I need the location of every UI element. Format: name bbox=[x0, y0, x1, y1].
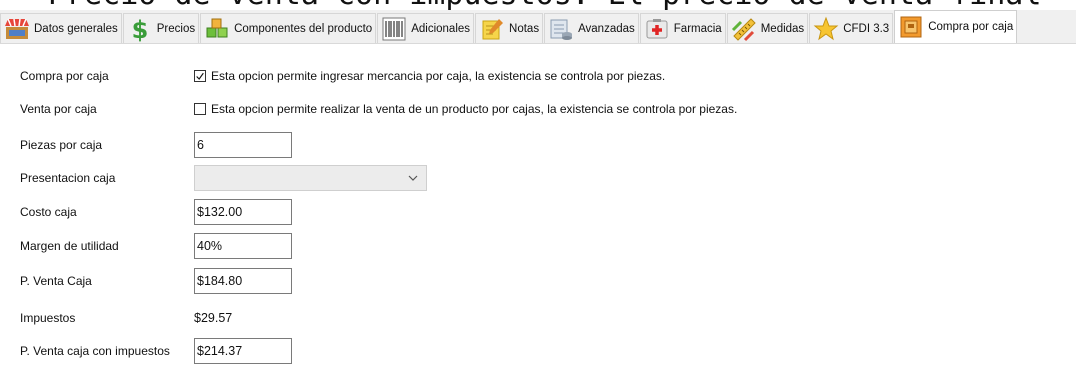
tab-medidas[interactable]: Medidas bbox=[726, 13, 809, 43]
database-icon bbox=[548, 16, 574, 42]
piezas-por-caja-field[interactable]: 6 bbox=[194, 132, 292, 158]
piezas-por-caja-label: Piezas por caja bbox=[20, 138, 103, 152]
row-costo-caja: Costo caja $132.00 bbox=[20, 199, 292, 225]
tab-label: Compra por caja bbox=[928, 21, 1014, 33]
p-venta-caja-label: P. Venta Caja bbox=[20, 274, 92, 288]
tab-label: Precios bbox=[156, 22, 196, 35]
tab-notas[interactable]: Notas bbox=[475, 13, 544, 43]
tab-label: Avanzadas bbox=[578, 22, 635, 35]
notepad-icon bbox=[479, 16, 505, 42]
tab-farmacia[interactable]: Farmacia bbox=[639, 13, 726, 43]
compra-por-caja-checkbox[interactable] bbox=[194, 70, 206, 82]
ruler-icon bbox=[731, 16, 757, 42]
tab-label: CFDI 3.3 bbox=[843, 22, 890, 35]
row-venta-por-caja: Venta por caja Esta opcion permite reali… bbox=[20, 96, 737, 122]
tab-label: Notas bbox=[509, 22, 540, 35]
impuestos-label: Impuestos bbox=[20, 311, 76, 325]
tab-label: Medidas bbox=[760, 22, 805, 35]
tab-precios[interactable]: $ Precios bbox=[122, 13, 200, 43]
tab-componentes[interactable]: Componentes del producto bbox=[200, 13, 377, 43]
first-aid-icon bbox=[644, 16, 670, 42]
tab-compra-por-caja[interactable]: Compra por caja bbox=[894, 10, 1018, 43]
margen-utilidad-label: Margen de utilidad bbox=[20, 239, 119, 253]
star-icon bbox=[813, 16, 839, 42]
store-icon bbox=[4, 16, 30, 42]
tab-cfdi[interactable]: CFDI 3.3 bbox=[809, 13, 894, 43]
box-icon bbox=[898, 14, 924, 40]
venta-por-caja-label: Venta por caja bbox=[20, 102, 97, 116]
tab-label: Adicionales bbox=[411, 22, 471, 35]
svg-text:$: $ bbox=[131, 16, 148, 42]
compra-por-caja-panel: Compra por caja Esta opcion permite ingr… bbox=[0, 44, 1076, 365]
barcode-icon bbox=[381, 16, 407, 42]
presentacion-caja-label: Presentacion caja bbox=[20, 171, 116, 185]
compra-por-caja-description: Esta opcion permite ingresar mercancia p… bbox=[211, 69, 666, 83]
tab-bar: Datos generales $ Precios Componentes de… bbox=[0, 10, 1076, 44]
p-venta-caja-impuestos-field[interactable]: $214.37 bbox=[194, 338, 292, 364]
row-compra-por-caja: Compra por caja Esta opcion permite ingr… bbox=[20, 63, 665, 89]
tab-avanzadas[interactable]: Avanzadas bbox=[544, 13, 639, 43]
cubes-icon bbox=[204, 16, 230, 42]
p-venta-caja-impuestos-label: P. Venta caja con impuestos bbox=[20, 344, 170, 358]
row-p-venta-caja: P. Venta Caja $184.80 bbox=[20, 268, 292, 294]
dollar-icon: $ bbox=[127, 16, 153, 42]
tab-label: Componentes del producto bbox=[234, 22, 373, 35]
tab-label: Datos generales bbox=[34, 22, 118, 35]
impuestos-value: $29.57 bbox=[194, 311, 233, 325]
p-venta-caja-field[interactable]: $184.80 bbox=[194, 268, 292, 294]
compra-por-caja-label: Compra por caja bbox=[20, 69, 109, 83]
venta-por-caja-description: Esta opcion permite realizar la venta de… bbox=[211, 102, 738, 116]
presentacion-caja-select[interactable] bbox=[194, 165, 427, 191]
tab-label: Farmacia bbox=[673, 22, 722, 35]
row-margen-utilidad: Margen de utilidad 40% bbox=[20, 233, 292, 259]
costo-caja-field[interactable]: $132.00 bbox=[194, 199, 292, 225]
chevron-down-icon bbox=[408, 175, 418, 181]
margen-utilidad-field[interactable]: 40% bbox=[194, 233, 292, 259]
tab-datos-generales[interactable]: Datos generales bbox=[0, 13, 122, 43]
row-p-venta-caja-impuestos: P. Venta caja con impuestos $214.37 bbox=[20, 338, 292, 364]
costo-caja-label: Costo caja bbox=[20, 205, 77, 219]
venta-por-caja-checkbox[interactable] bbox=[194, 103, 206, 115]
row-piezas-por-caja: Piezas por caja 6 bbox=[20, 132, 292, 158]
row-impuestos: Impuestos $29.57 bbox=[20, 305, 232, 331]
row-presentacion-caja: Presentacion caja bbox=[20, 165, 427, 191]
tab-adicionales[interactable]: Adicionales bbox=[377, 13, 475, 43]
check-icon bbox=[196, 72, 204, 80]
